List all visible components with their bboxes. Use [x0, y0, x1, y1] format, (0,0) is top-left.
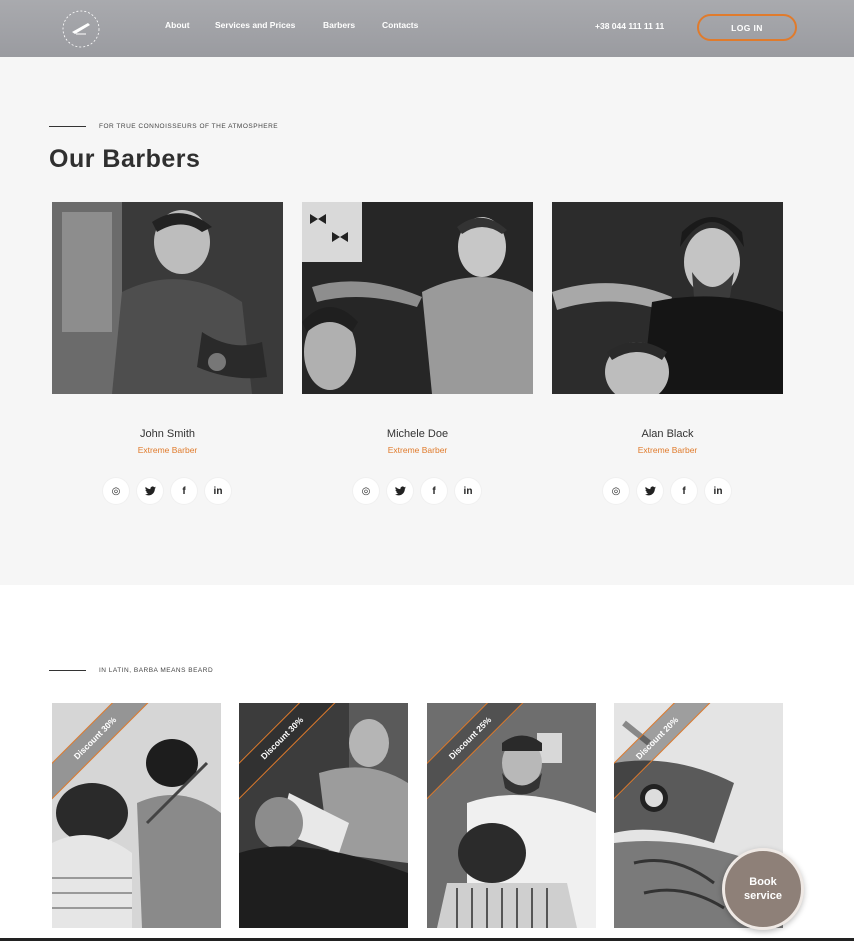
phone-number[interactable]: +38 044 111 11 11	[595, 21, 664, 31]
linkedin-icon[interactable]: in	[455, 478, 481, 504]
barber-photo[interactable]	[52, 202, 283, 394]
barbers-section: FOR TRUE CONNOISSEURS OF THE ATMOSPHERE …	[0, 57, 854, 585]
login-button[interactable]: LOG IN	[697, 14, 797, 41]
discounts-eyebrow-text: IN LATIN, BARBA MEANS BEARD	[99, 667, 214, 674]
barber-name: John Smith	[139, 428, 196, 440]
barber-role: Extreme Barber	[137, 445, 198, 455]
twitter-icon[interactable]	[387, 478, 413, 504]
page-title: Our Barbers	[49, 145, 201, 173]
discounts-eyebrow: IN LATIN, BARBA MEANS BEARD	[49, 667, 213, 674]
instagram-icon[interactable]: ◎	[603, 478, 629, 504]
facebook-icon[interactable]: f	[171, 478, 197, 504]
discount-card[interactable]: Discount 30%	[52, 703, 221, 928]
instagram-icon[interactable]: ◎	[103, 478, 129, 504]
barber-name: Alan Black	[641, 428, 694, 440]
eyebrow-divider	[49, 126, 86, 127]
barber-role: Extreme Barber	[637, 445, 698, 455]
barbers-eyebrow: FOR TRUE CONNOISSEURS OF THE ATMOSPHERE	[49, 123, 278, 130]
social-links: ◎ f in	[603, 478, 731, 504]
linkedin-icon[interactable]: in	[205, 478, 231, 504]
barber-photo[interactable]	[302, 202, 533, 394]
discount-card[interactable]: Discount 30%	[239, 703, 408, 928]
nav-services-and-prices[interactable]: Services and Prices	[215, 20, 295, 30]
twitter-icon[interactable]	[137, 478, 163, 504]
barber-card: Alan Black Extreme Barber ◎ f in	[552, 202, 783, 504]
eyebrow-divider	[49, 670, 86, 671]
book-service-label: Book service	[744, 876, 782, 902]
social-links: ◎ f in	[103, 478, 231, 504]
barber-name: Michele Doe	[386, 428, 449, 440]
barber-photo[interactable]	[552, 202, 783, 394]
nav-barbers[interactable]: Barbers	[323, 20, 355, 30]
barber-role: Extreme Barber	[387, 445, 448, 455]
nav-contacts[interactable]: Contacts	[382, 20, 418, 30]
discount-card[interactable]: Discount 25%	[427, 703, 596, 928]
barbers-eyebrow-text: FOR TRUE CONNOISSEURS OF THE ATMOSPHERE	[99, 123, 279, 130]
book-service-button[interactable]: Book service	[722, 848, 804, 930]
linkedin-icon[interactable]: in	[705, 478, 731, 504]
social-links: ◎ f in	[353, 478, 481, 504]
barber-card: Michele Doe Extreme Barber ◎ f in	[302, 202, 533, 504]
facebook-icon[interactable]: f	[671, 478, 697, 504]
site-header: About Services and Prices Barbers Contac…	[0, 0, 854, 57]
barber-card: John Smith Extreme Barber ◎ f in	[52, 202, 283, 504]
razor-logo-icon[interactable]	[56, 8, 106, 50]
facebook-icon[interactable]: f	[421, 478, 447, 504]
instagram-icon[interactable]: ◎	[353, 478, 379, 504]
nav-about[interactable]: About	[165, 20, 190, 30]
twitter-icon[interactable]	[637, 478, 663, 504]
